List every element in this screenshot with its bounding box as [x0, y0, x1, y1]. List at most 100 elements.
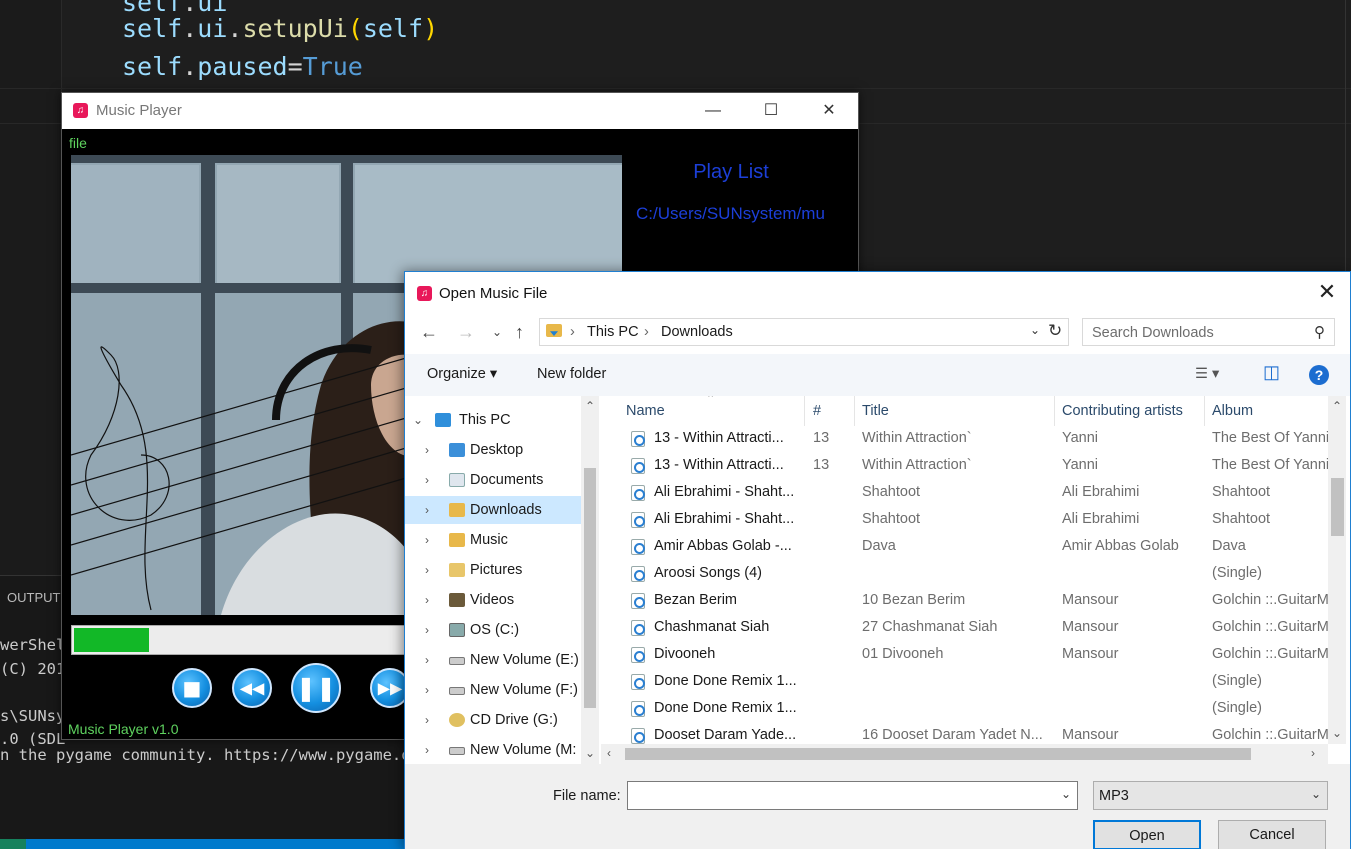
close-button[interactable]: ✕ [800, 93, 858, 129]
open-button[interactable]: Open [1093, 820, 1201, 849]
menu-file[interactable]: file [69, 135, 87, 151]
column-divider[interactable] [1054, 396, 1055, 426]
chevron-right-icon[interactable]: › [425, 706, 429, 734]
file-type-select[interactable]: MP3 ⌄ [1093, 781, 1328, 810]
forward-arrow-icon[interactable]: → [457, 322, 475, 343]
search-icon[interactable]: ⚲ [1314, 323, 1325, 341]
organize-button[interactable]: Organize ▾ [427, 366, 497, 382]
dialog-titlebar[interactable]: ♫ Open Music File ✕ [405, 272, 1350, 314]
output-tab[interactable]: OUTPUT [7, 590, 60, 605]
rewind-button[interactable]: ◀◀ [232, 668, 272, 708]
file-row[interactable]: Ali Ebrahimi - Shaht... Shahtoot Ali Ebrah… [601, 507, 1328, 534]
tree-item-pictures[interactable]: › Pictures [405, 556, 581, 584]
chevron-down-icon[interactable]: ⌄ [413, 406, 423, 434]
scroll-thumb[interactable] [584, 468, 596, 708]
file-row[interactable]: Aroosi Songs (4) (Single) [601, 561, 1328, 588]
cancel-button[interactable]: Cancel [1218, 820, 1326, 849]
address-bar[interactable]: › This PC › Downloads ⌄ ↻ [539, 318, 1069, 346]
column-name[interactable]: Name [626, 403, 665, 419]
help-icon[interactable]: ? [1309, 365, 1329, 385]
scroll-thumb[interactable] [1331, 478, 1344, 536]
chevron-right-icon[interactable]: › [425, 646, 429, 674]
tree-scrollbar[interactable]: ⌃ ⌄ [581, 396, 599, 764]
chevron-right-icon[interactable]: › [425, 676, 429, 704]
scroll-down-icon[interactable]: ⌄ [585, 746, 595, 760]
file-row[interactable]: Ali Ebrahimi - Shaht... Shahtoot Ali Ebrah… [601, 480, 1328, 507]
file-row[interactable]: Amir Abbas Golab -... Dava Amir Abbas Gola… [601, 534, 1328, 561]
search-box[interactable]: Search Downloads ⚲ [1082, 318, 1335, 346]
player-titlebar[interactable]: ♫ Music Player — ☐ ✕ [62, 93, 858, 129]
tree-item-videos[interactable]: › Videos [405, 586, 581, 614]
tree-item-desktop[interactable]: › Desktop [405, 436, 581, 464]
tree-item-documents[interactable]: › Documents [405, 466, 581, 494]
scroll-up-icon[interactable]: ⌃ [1332, 399, 1342, 413]
tree-item-volume-e[interactable]: › New Volume (E:) [405, 646, 581, 674]
file-row[interactable]: Dooset Daram Yade... 16 Dooset Daram Yade… [601, 723, 1328, 744]
pause-button[interactable]: ❚❚ [291, 663, 341, 713]
tree-item-this-pc[interactable]: ⌄ This PC [405, 406, 581, 434]
dialog-title: Open Music File [439, 285, 548, 302]
tree-item-music[interactable]: › Music [405, 526, 581, 554]
chevron-right-icon[interactable]: › [425, 736, 429, 764]
scroll-down-icon[interactable]: ⌄ [1332, 726, 1342, 740]
back-arrow-icon[interactable]: ← [420, 322, 438, 343]
file-row[interactable]: 13 - Within Attracti... 13 Within Attracti… [601, 426, 1328, 453]
maximize-button[interactable]: ☐ [742, 93, 800, 129]
stop-button[interactable]: ■ [172, 668, 212, 708]
breadcrumb-downloads[interactable]: Downloads [661, 324, 733, 340]
breadcrumb-this-pc[interactable]: This PC [587, 324, 639, 340]
column-album[interactable]: Album [1212, 403, 1253, 419]
file-row[interactable]: Done Done Remix 1... (Single) [601, 696, 1328, 723]
tree-item-downloads[interactable]: › Downloads [405, 496, 581, 524]
chevron-right-icon[interactable]: › [425, 526, 429, 554]
recent-locations-chevron-icon[interactable]: ⌄ [492, 325, 502, 339]
refresh-icon[interactable]: ↻ [1048, 321, 1062, 341]
column-artists[interactable]: Contributing artists [1062, 403, 1183, 419]
column-divider[interactable] [854, 396, 855, 426]
cell-album: Golchin ::.GuitarM [1212, 592, 1328, 608]
chevron-right-icon[interactable]: › [425, 616, 429, 644]
remote-indicator[interactable] [0, 839, 26, 849]
chevron-down-icon[interactable]: ⌄ [1030, 323, 1040, 337]
chevron-right-icon[interactable]: › [425, 466, 429, 494]
column-divider[interactable] [804, 396, 805, 426]
minimize-button[interactable]: — [684, 93, 742, 129]
file-row[interactable]: Chashmanat Siah 27 Chashmanat Siah Mansour… [601, 615, 1328, 642]
chevron-right-icon[interactable]: › [425, 586, 429, 614]
file-row[interactable]: Done Done Remix 1... (Single) [601, 669, 1328, 696]
up-arrow-icon[interactable]: ↑ [515, 322, 524, 343]
scroll-thumb[interactable] [625, 748, 1251, 760]
scroll-right-icon[interactable]: › [1311, 746, 1315, 760]
cell-name: Amir Abbas Golab -... [654, 538, 792, 554]
file-row[interactable]: 13 - Within Attracti... 13 Within Attracti… [601, 453, 1328, 480]
column-number[interactable]: # [813, 403, 821, 419]
tree-item-cd-g[interactable]: › CD Drive (G:) [405, 706, 581, 734]
chevron-right-icon[interactable]: › [425, 496, 429, 524]
tree-item-os-c[interactable]: › OS (C:) [405, 616, 581, 644]
code-line-paused[interactable]: self.paused=True [122, 52, 363, 81]
list-vertical-scrollbar[interactable]: ⌃ ⌄ [1328, 396, 1346, 744]
tree-item-volume-m[interactable]: › New Volume (M: [405, 736, 581, 764]
cell-artist: Mansour [1062, 619, 1119, 635]
list-horizontal-scrollbar[interactable]: ‹ › [601, 744, 1328, 764]
file-row[interactable]: Divooneh 01 Divooneh Mansour Golchin ::.Gui… [601, 642, 1328, 669]
chevron-right-icon[interactable]: › [425, 556, 429, 584]
new-folder-button[interactable]: New folder [537, 366, 606, 382]
scroll-up-icon[interactable]: ⌃ [585, 399, 595, 413]
chevron-down-icon[interactable]: ⌄ [1311, 787, 1321, 801]
chevron-down-icon[interactable]: ⌄ [1061, 787, 1071, 801]
preview-pane-icon[interactable]: ◫ [1263, 362, 1280, 383]
pictures-folder-icon [449, 563, 465, 577]
view-options-icon[interactable]: ☰ ▾ [1195, 366, 1219, 382]
cell-num: 13 [813, 430, 830, 446]
file-name-input[interactable]: ⌄ [627, 781, 1078, 810]
chevron-right-icon[interactable]: › [425, 436, 429, 464]
tree-item-volume-f[interactable]: › New Volume (F:) [405, 676, 581, 704]
scroll-left-icon[interactable]: ‹ [607, 746, 611, 760]
code-line-setup[interactable]: self.ui.setupUi(self) [122, 14, 438, 43]
dialog-close-button[interactable]: ✕ [1304, 272, 1350, 314]
file-row[interactable]: Bezan Berim 10 Bezan Berim Mansour Golchin … [601, 588, 1328, 615]
column-title[interactable]: Title [862, 403, 889, 419]
column-divider[interactable] [1204, 396, 1205, 426]
playlist-item[interactable]: C:/Users/SUNsystem/mu [636, 204, 858, 224]
